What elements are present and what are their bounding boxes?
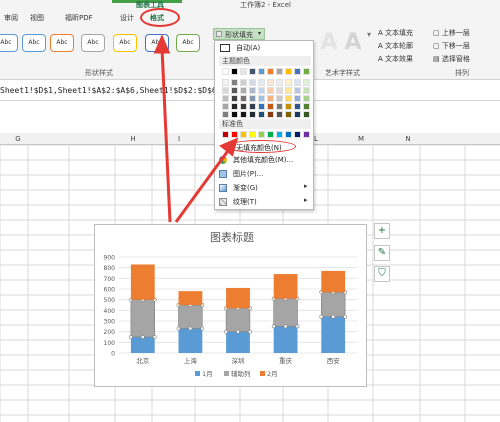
- annotation-arrows: [153, 34, 239, 223]
- arrow-head-diag-icon: [219, 137, 239, 157]
- arrow-to-format-tab: [160, 47, 172, 223]
- arrow-head-up-icon: [153, 34, 171, 54]
- arrow-to-no-fill: [174, 147, 232, 223]
